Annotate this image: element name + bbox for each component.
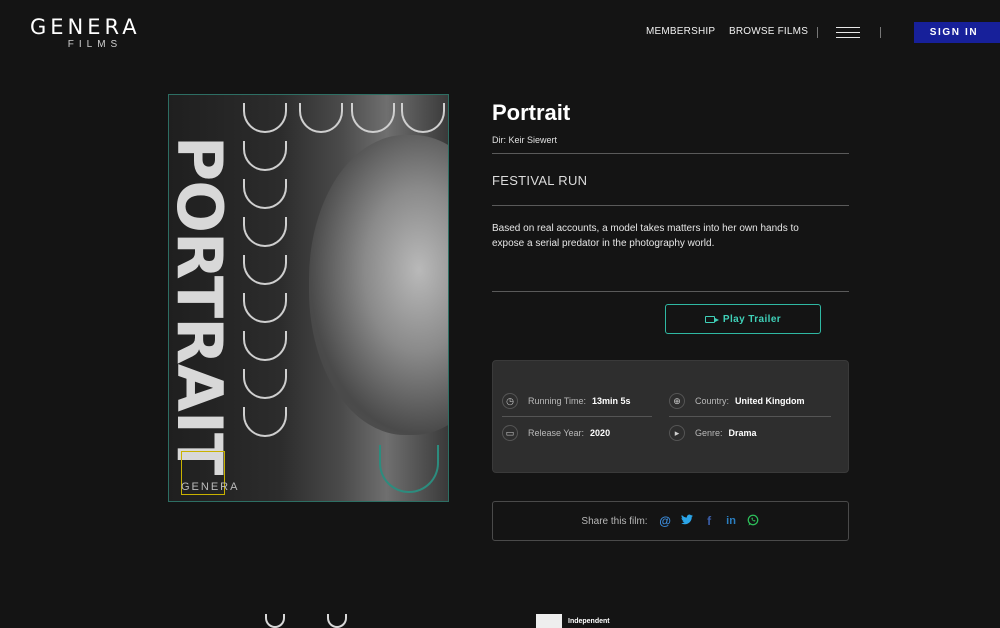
genera-films-logo[interactable]: GENERA FILMS xyxy=(30,16,154,50)
genre-label: Genre: xyxy=(695,428,723,438)
nav-divider xyxy=(880,27,881,38)
poster-title-text: PORTRAIT xyxy=(168,135,236,475)
laurel-award-icon xyxy=(243,255,287,285)
laurel-award-icon xyxy=(401,103,445,133)
running-time-value: 13min 5s xyxy=(592,396,631,406)
award-logo-icon xyxy=(536,614,562,628)
release-year-label: Release Year: xyxy=(528,428,585,438)
detail-divider xyxy=(502,416,652,417)
laurel-award-icon xyxy=(243,293,287,323)
twitter-icon[interactable] xyxy=(681,514,694,528)
laurel-award-icon xyxy=(243,141,287,171)
clock-icon: ◷ xyxy=(502,393,518,409)
laurel-award-icon xyxy=(243,217,287,247)
detail-genre: ▸ Genre: Drama xyxy=(669,421,757,445)
laurel-award-icon xyxy=(243,179,287,209)
laurel-award-icon xyxy=(265,614,285,628)
video-camera-icon: ▸ xyxy=(669,425,685,441)
section-divider xyxy=(492,205,849,206)
share-bar: Share this film: @ f in xyxy=(492,501,849,541)
play-trailer-label: Play Trailer xyxy=(722,313,782,325)
award-text: Independent xyxy=(568,617,610,625)
laurel-award-icon xyxy=(243,369,287,399)
poster-brand-mark: GENERA xyxy=(181,451,281,495)
detail-country: ⊕ Country: United Kingdom xyxy=(669,389,805,413)
film-title: Portrait xyxy=(492,100,571,125)
poster-portrait-image xyxy=(309,135,448,435)
nav-divider xyxy=(817,27,818,38)
laurel-award-icon xyxy=(243,331,287,361)
laurel-award-icon xyxy=(299,103,343,133)
play-trailer-button[interactable]: Play Trailer xyxy=(665,304,821,334)
detail-running-time: ◷ Running Time: 13min 5s xyxy=(502,389,631,413)
email-at-icon[interactable]: @ xyxy=(659,514,672,528)
laurel-award-icon xyxy=(243,407,287,437)
festival-run-heading: FESTIVAL RUN xyxy=(492,173,588,188)
nav-browse-films[interactable]: BROWSE FILMS xyxy=(729,26,808,37)
film-details-panel: ◷ Running Time: 13min 5s ⊕ Country: Unit… xyxy=(492,360,849,473)
country-value: United Kingdom xyxy=(735,396,805,406)
section-divider xyxy=(492,291,849,292)
film-poster: PORTRAIT GENERA xyxy=(168,94,449,502)
genre-value: Drama xyxy=(728,428,757,438)
video-camera-icon xyxy=(704,315,719,323)
linkedin-icon[interactable]: in xyxy=(725,515,738,527)
whatsapp-icon[interactable] xyxy=(747,514,760,529)
poster-brand-text: GENERA xyxy=(181,481,240,493)
sign-in-button[interactable]: SIGN IN xyxy=(914,22,1000,43)
film-director: Dir: Keir Siewert xyxy=(492,135,558,145)
detail-release-year: ▭ Release Year: 2020 xyxy=(502,421,610,445)
globe-icon: ⊕ xyxy=(669,393,685,409)
share-label: Share this film: xyxy=(581,515,648,527)
nav-membership[interactable]: MEMBERSHIP xyxy=(646,26,715,37)
laurel-award-icon xyxy=(243,103,287,133)
hamburger-menu-icon[interactable] xyxy=(836,27,860,39)
laurel-award-icon xyxy=(327,614,347,628)
country-label: Country: xyxy=(695,396,730,406)
logo-main-text: GENERA xyxy=(30,15,141,39)
facebook-icon[interactable]: f xyxy=(703,514,716,528)
independent-award-badge: Independent xyxy=(536,614,610,628)
film-synopsis: Based on real accounts, a model takes ma… xyxy=(492,223,799,249)
detail-divider xyxy=(669,416,831,417)
running-time-label: Running Time: xyxy=(528,396,587,406)
calendar-icon: ▭ xyxy=(502,425,518,441)
logo-sub-text: FILMS xyxy=(67,39,123,50)
release-year-value: 2020 xyxy=(590,428,611,438)
laurel-award-icon xyxy=(351,103,395,133)
festival-seal-icon xyxy=(379,445,439,493)
section-divider xyxy=(492,153,849,154)
site-header: GENERA FILMS MEMBERSHIP BROWSE FILMS SIG… xyxy=(0,0,1000,64)
